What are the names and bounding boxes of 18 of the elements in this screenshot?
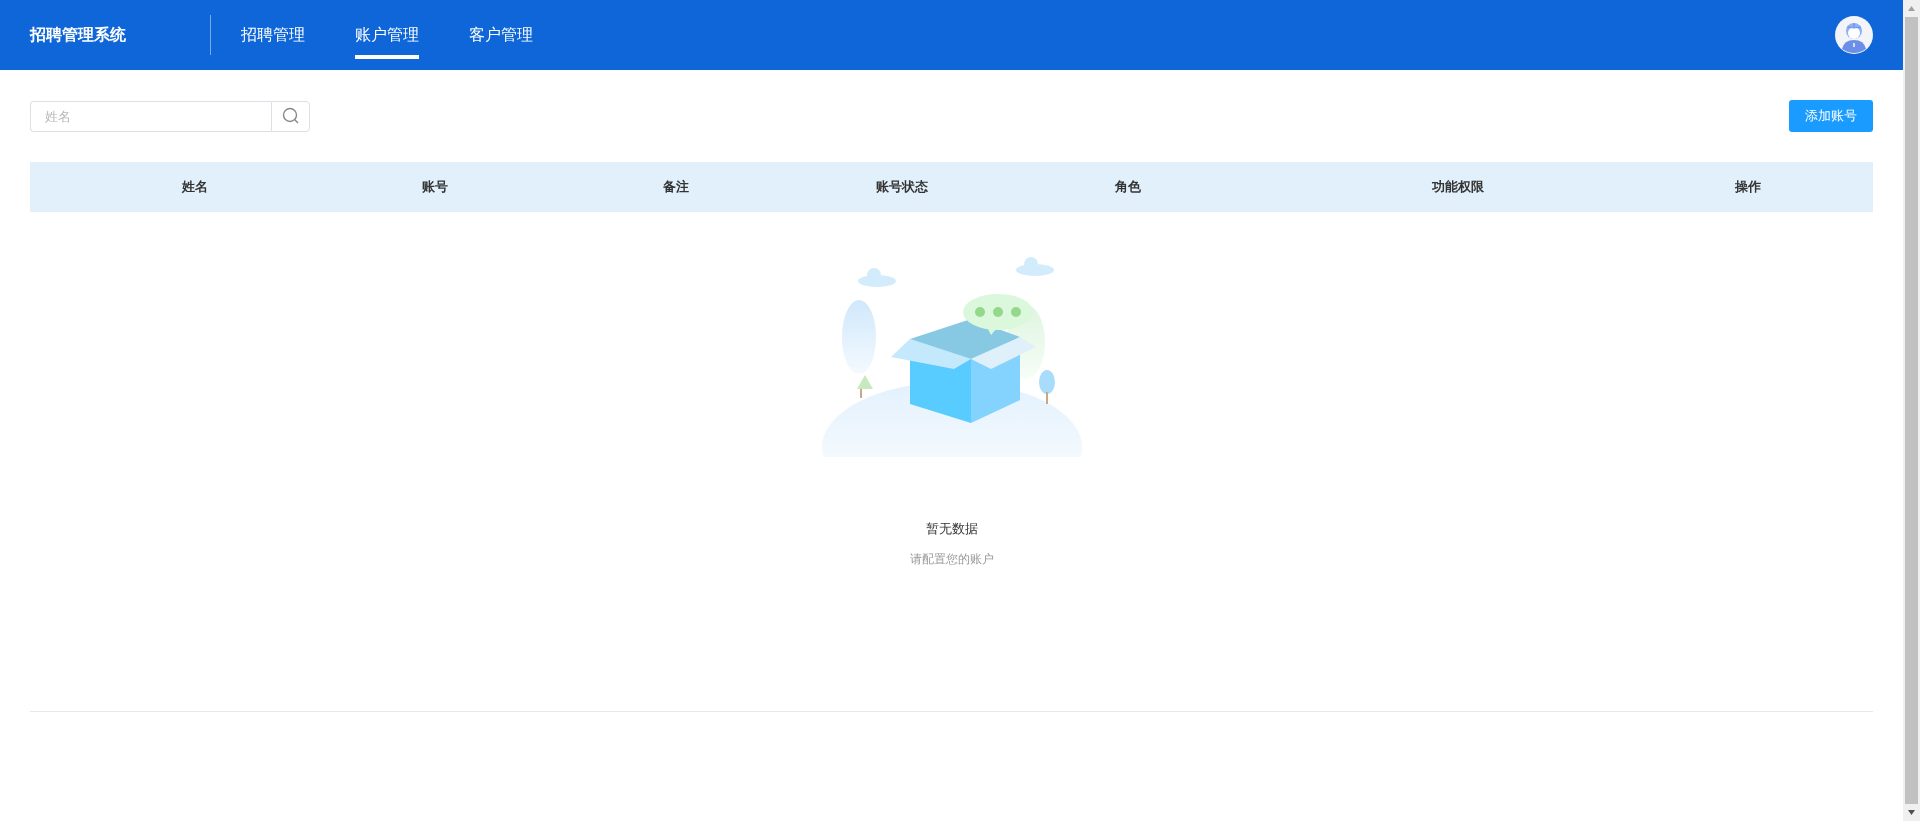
nav-tab[interactable]: 账户管理 bbox=[355, 0, 419, 70]
nav-tab[interactable]: 招聘管理 bbox=[241, 0, 305, 70]
column-header: 账号 bbox=[421, 178, 450, 196]
column-header: 姓名 bbox=[181, 178, 210, 196]
app-title: 招聘管理系统 bbox=[30, 24, 127, 46]
search-field[interactable]: 姓名 bbox=[30, 100, 271, 132]
add-account-button[interactable]: 添加账号 bbox=[1789, 100, 1873, 132]
column-header: 账号状态 bbox=[875, 178, 930, 196]
search-icon[interactable] bbox=[271, 100, 310, 132]
nav-tab[interactable]: 客户管理 bbox=[469, 0, 533, 70]
column-header: 备注 bbox=[662, 178, 691, 196]
column-header: 角色 bbox=[1113, 178, 1142, 196]
column-header: 功能权限 bbox=[1430, 178, 1485, 196]
empty-title: 暂无数据 bbox=[925, 520, 978, 538]
scrollbar[interactable] bbox=[1903, 0, 1920, 821]
avatar-icon[interactable] bbox=[1835, 16, 1873, 54]
column-header: 操作 bbox=[1733, 178, 1762, 196]
empty-subtitle: 请配置您的账户 bbox=[909, 551, 994, 568]
